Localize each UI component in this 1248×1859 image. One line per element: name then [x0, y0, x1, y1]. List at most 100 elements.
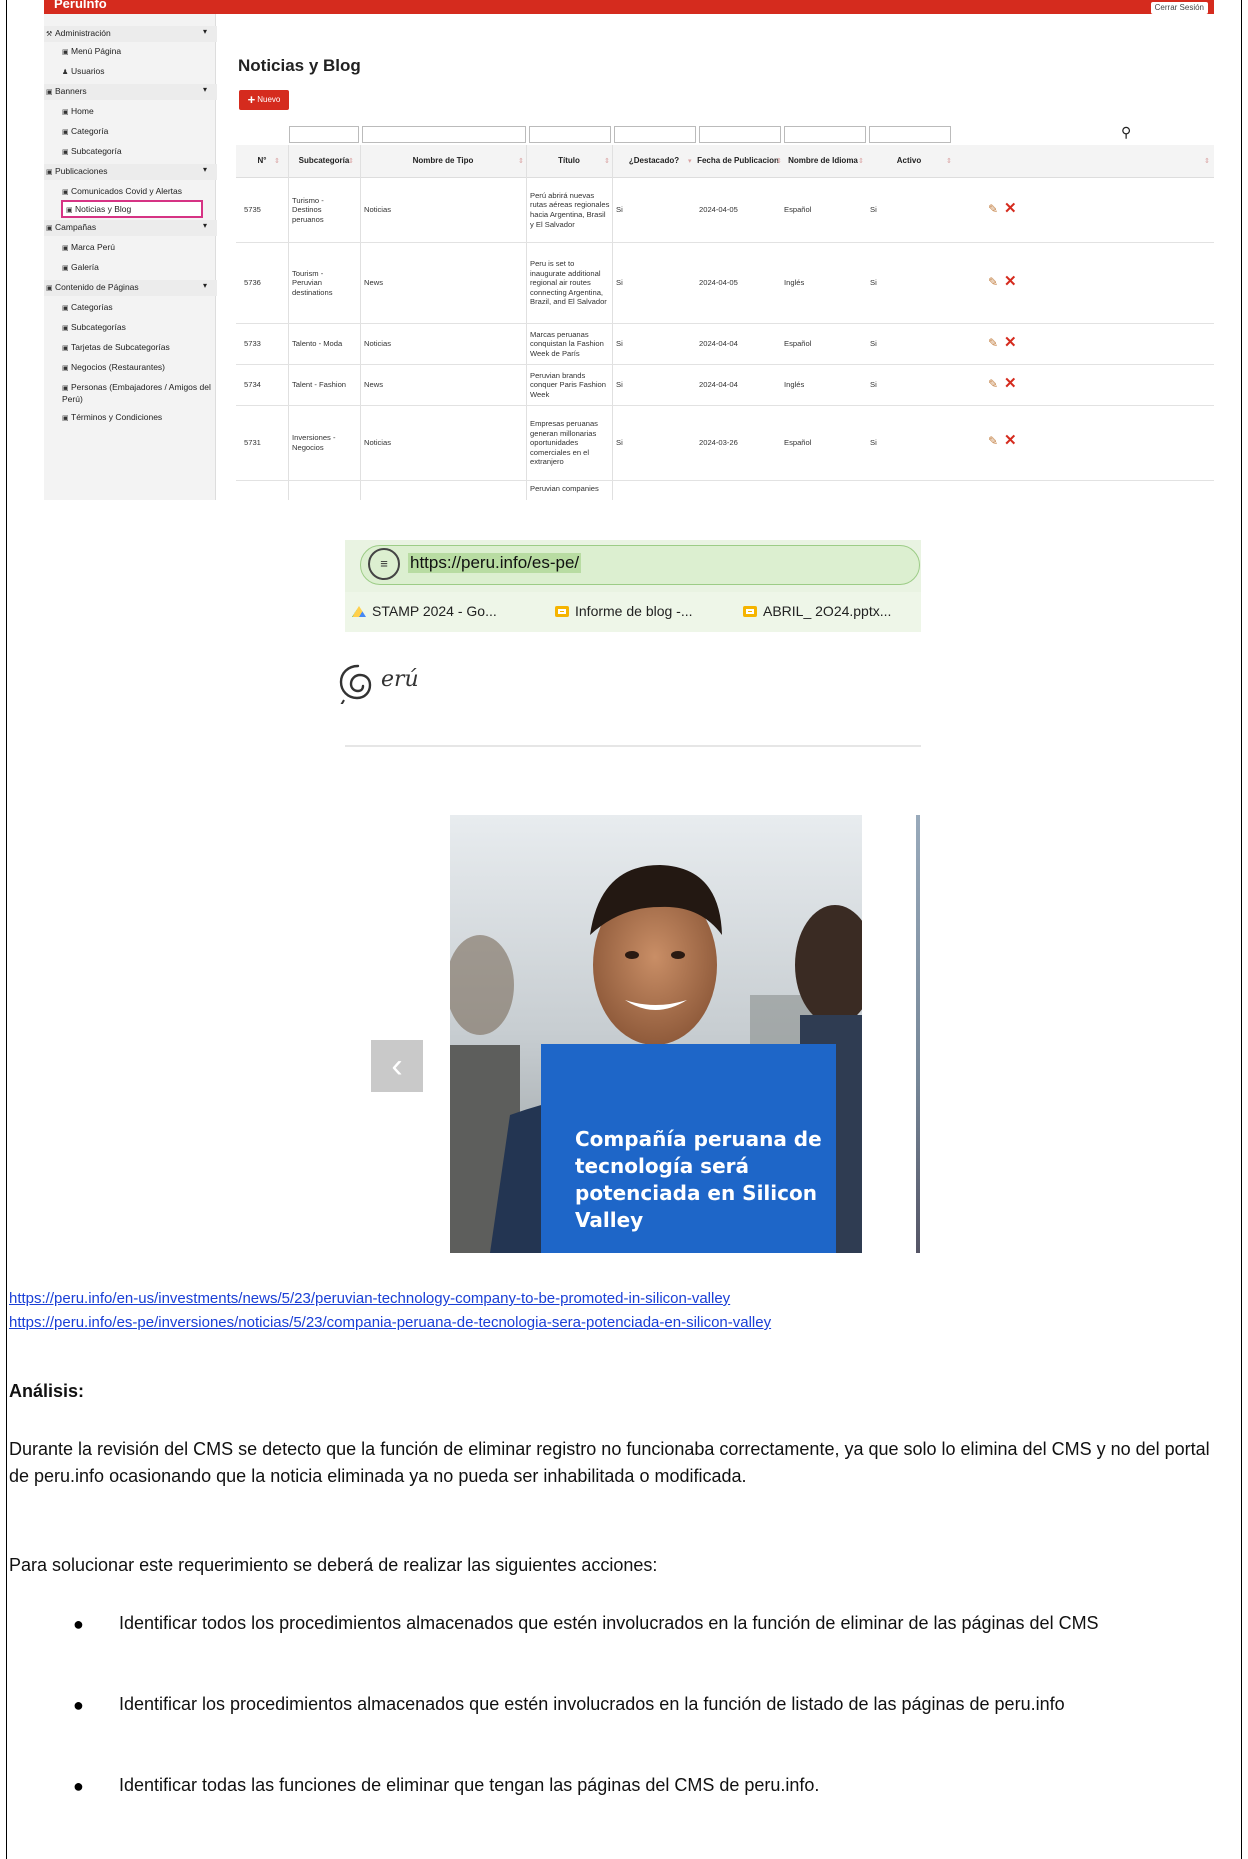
- filter-fecha[interactable]: [699, 126, 781, 143]
- cell-tipo: News: [364, 278, 383, 288]
- col-header-titulo[interactable]: Título: [526, 145, 612, 177]
- sidebar-item-galeria[interactable]: ▣ Galería: [62, 262, 233, 274]
- sidebar-item-comunicados[interactable]: ▣ Comunicados Covid y Alertas: [62, 186, 233, 198]
- sidebar-item-categoria[interactable]: ▣ Categoría: [62, 126, 233, 138]
- cell-fecha: 2024-04-04: [699, 339, 738, 349]
- edit-icon[interactable]: ✎: [988, 377, 998, 391]
- cell-tipo: News: [364, 380, 383, 390]
- sort-icon[interactable]: ⇕: [274, 157, 280, 165]
- link-en-us[interactable]: https://peru.info/en-us/investments/news…: [9, 1290, 730, 1307]
- sidebar-item-negocios[interactable]: ▣ Negocios (Restaurantes): [62, 362, 233, 374]
- new-button-label: Nuevo: [257, 95, 281, 105]
- delete-icon[interactable]: ✕: [1004, 333, 1017, 351]
- col-header-activo[interactable]: Activo: [866, 145, 952, 177]
- sidebar-label: Marca Perú: [71, 242, 115, 252]
- cell-titulo: Peruvian companies: [530, 484, 599, 494]
- link-es-pe[interactable]: https://peru.info/es-pe/inversiones/noti…: [9, 1314, 771, 1331]
- sidebar-item-terminos[interactable]: ▣ Términos y Condiciones: [62, 412, 233, 424]
- cell-titulo: Empresas peruanas generan millonarias op…: [530, 419, 598, 467]
- logout-button[interactable]: Cerrar Sesión: [1150, 2, 1208, 14]
- sidebar-item-usuarios[interactable]: ♟ Usuarios: [62, 66, 233, 78]
- next-slide-preview: [916, 815, 920, 1253]
- sidebar-group-banners[interactable]: ▣ Banners ▾: [44, 84, 217, 100]
- image-icon: ▣: [62, 245, 69, 252]
- edit-icon[interactable]: ✎: [988, 434, 998, 448]
- sidebar-item-tarjetas[interactable]: ▣ Tarjetas de Subcategorías: [62, 342, 233, 354]
- sidebar-item-home[interactable]: ▣ Home: [62, 106, 233, 118]
- table-row: 5736 Tourism - Peruvian destinations New…: [236, 243, 1214, 324]
- sort-icon[interactable]: ⇕: [1204, 157, 1210, 165]
- cell-fecha: 2024-03-26: [699, 438, 738, 448]
- bookmark-informe[interactable]: Informe de blog -...: [555, 603, 693, 619]
- bookmark-abril[interactable]: ABRIL_ 2O24.pptx...: [743, 603, 891, 619]
- sort-icon[interactable]: ▾: [688, 157, 692, 165]
- sidebar-item-marca-peru[interactable]: ▣ Marca Perú: [62, 242, 233, 254]
- sidebar-group-administracion[interactable]: ⚒ Administración ▾: [44, 26, 217, 42]
- col-header-fecha[interactable]: Fecha de Publicacion: [696, 145, 780, 177]
- sidebar-item-subcategoria[interactable]: ▣ Subcategoría: [62, 146, 233, 158]
- col-header-idioma[interactable]: Nombre de Idioma: [780, 145, 866, 177]
- sidebar-item-menu-pagina[interactable]: ▣ Menú Página: [62, 46, 233, 58]
- filter-subcategoria[interactable]: [289, 126, 359, 143]
- site-settings-icon[interactable]: ≡: [368, 548, 400, 580]
- sidebar-group-campanas[interactable]: ▣ Campañas ▾: [44, 220, 217, 236]
- sort-icon[interactable]: ⇕: [604, 157, 610, 165]
- filter-tipo[interactable]: [362, 126, 526, 143]
- bookmark-stamp[interactable]: STAMP 2024 - Go...: [352, 603, 497, 619]
- cell-subcategoria: Inversiones - Negocios: [292, 433, 336, 452]
- news-caption[interactable]: Compañía peruana de tecnología será pote…: [575, 1126, 825, 1234]
- sort-icon[interactable]: ⇕: [858, 157, 864, 165]
- sort-icon[interactable]: ⇕: [776, 157, 782, 165]
- sort-icon[interactable]: ⇕: [946, 157, 952, 165]
- bookmark-label: STAMP 2024 - Go...: [372, 603, 497, 619]
- cell-id: 5734: [244, 380, 261, 390]
- delete-icon[interactable]: ✕: [1004, 272, 1017, 290]
- search-icon[interactable]: ⚲: [1121, 124, 1131, 141]
- edit-icon[interactable]: ✎: [988, 275, 998, 289]
- cell-idioma: Inglés: [784, 278, 805, 288]
- bullet-icon: ●: [73, 1695, 84, 1715]
- table-row: 5733 Talento - Moda Noticias Marcas peru…: [236, 324, 1214, 365]
- sidebar-group-contenido[interactable]: ▣ Contenido de Páginas ▾: [44, 280, 217, 296]
- bullet-icon: ●: [73, 1776, 84, 1796]
- cell-idioma: Inglés: [784, 380, 805, 390]
- delete-icon[interactable]: ✕: [1004, 199, 1017, 217]
- sort-icon[interactable]: ⇕: [348, 157, 354, 165]
- cell-activo: Si: [870, 380, 877, 390]
- slides-icon: [743, 606, 757, 617]
- image-icon: ▣: [62, 325, 69, 332]
- page-title: Noticias y Blog: [238, 56, 361, 75]
- sidebar-item-noticias-blog[interactable]: ▣ Noticias y Blog: [66, 204, 237, 216]
- filter-titulo[interactable]: [529, 126, 611, 143]
- edit-icon[interactable]: ✎: [988, 336, 998, 350]
- col-header-destacado[interactable]: ¿Destacado?: [612, 145, 696, 177]
- sidebar-label: Campañas: [55, 222, 97, 232]
- cell-destacado: Si: [616, 380, 623, 390]
- user-icon: ♟: [62, 69, 69, 76]
- image-icon: ▣: [62, 345, 69, 352]
- cms-header: PeruInfo Cerrar Sesión: [44, 0, 1214, 14]
- cell-activo: Si: [870, 438, 877, 448]
- new-button[interactable]: + Nuevo: [239, 90, 289, 110]
- sidebar-item-personas[interactable]: ▣ Personas (Embajadores / Amigos del Perú…: [62, 382, 212, 405]
- image-icon: ▣: [62, 385, 69, 392]
- filter-idioma[interactable]: [784, 126, 866, 143]
- delete-icon[interactable]: ✕: [1004, 374, 1017, 392]
- image-icon: ▣: [62, 49, 69, 56]
- bullet-icon: ●: [73, 1614, 84, 1634]
- delete-icon[interactable]: ✕: [1004, 431, 1017, 449]
- carousel-prev-button[interactable]: ‹: [371, 1040, 423, 1092]
- cell-id: 5733: [244, 339, 261, 349]
- bookmark-label: Informe de blog -...: [575, 603, 693, 619]
- sort-icon[interactable]: ⇕: [518, 157, 524, 165]
- col-header-no[interactable]: N°: [236, 145, 288, 177]
- sidebar-group-publicaciones[interactable]: ▣ Publicaciones ▾: [44, 164, 217, 180]
- col-header-tipo[interactable]: Nombre de Tipo: [360, 145, 526, 177]
- filter-destacado[interactable]: [614, 126, 696, 143]
- edit-icon[interactable]: ✎: [988, 202, 998, 216]
- sidebar-item-categorias[interactable]: ▣ Categorías: [62, 302, 233, 314]
- table-row: Peruvian companies: [236, 481, 1214, 500]
- url-text[interactable]: https://peru.info/es-pe/: [408, 553, 582, 573]
- sidebar-item-subcategorias[interactable]: ▣ Subcategorías: [62, 322, 233, 334]
- filter-activo[interactable]: [869, 126, 951, 143]
